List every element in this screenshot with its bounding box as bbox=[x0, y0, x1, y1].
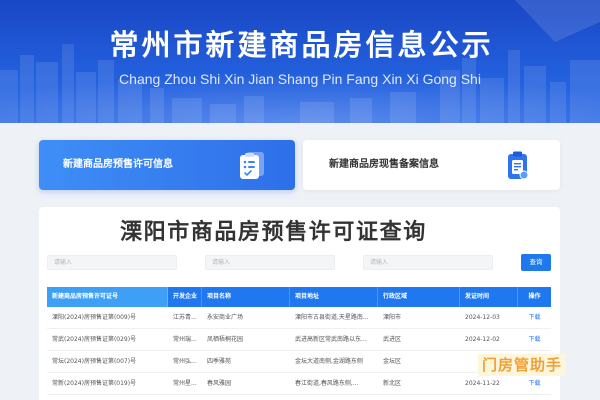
nav-card-label: 新建商品房现售备案信息 bbox=[329, 159, 439, 170]
panel-title: 溧阳市商品房预售许可证查询 bbox=[120, 220, 427, 245]
table-row: 溧阳(2024)房预售证第(009)号 江苏青... 永安商业广场 溧阳市古县街… bbox=[47, 307, 551, 329]
cell-project: 四季雅苑 bbox=[207, 358, 232, 365]
cell-issue-date: 2024-11-22 bbox=[465, 380, 500, 387]
cell-issue-date: 2024-12-02 bbox=[465, 336, 500, 343]
filter-input-2[interactable] bbox=[205, 255, 335, 270]
column-header-issue-date: 发证时间 bbox=[460, 287, 518, 307]
column-header-district: 行政区域 bbox=[378, 287, 460, 307]
document-clipboard-icon bbox=[508, 151, 529, 180]
header-banner: 常州市新建商品房信息公示 Chang Zhou Shi Xin Jian Sha… bbox=[0, 0, 600, 123]
cell-permit-no: 常武(2024)房预售证第(029)号 bbox=[52, 336, 137, 343]
cell-developer: 江苏青... bbox=[173, 314, 197, 321]
column-header-action: 操作 bbox=[528, 293, 541, 300]
cell-action: 下载 bbox=[518, 307, 551, 328]
nav-card-label: 新建商品房预售许可信息 bbox=[63, 159, 173, 170]
column-header-permit-no: 新建商品房预售许可证号 bbox=[47, 287, 168, 307]
cell-developer: 常州星... bbox=[173, 380, 197, 387]
cell-action: 下载 bbox=[518, 329, 551, 350]
filter-input-3[interactable] bbox=[363, 255, 493, 270]
nav-card-presale-permit[interactable]: 新建商品房预售许可信息 bbox=[39, 140, 295, 190]
download-link[interactable]: 下载 bbox=[528, 314, 540, 321]
clipboard-check-icon bbox=[240, 152, 264, 179]
table-row: 常坛(2024)房预售证第(007)号 常州弘... 四季雅苑 金坛大道南侧,金… bbox=[47, 351, 551, 373]
download-link[interactable]: 下载 bbox=[528, 380, 540, 387]
table-row: 常新(2024)房预售证第(019)号 常州星... 春风雅园 春江街道,春风路… bbox=[47, 373, 551, 395]
cell-action: 下载 bbox=[518, 373, 551, 394]
cell-issue-date: 2024-12-03 bbox=[465, 314, 500, 321]
cell-permit-no: 常坛(2024)房预售证第(007)号 bbox=[52, 358, 137, 365]
download-link[interactable]: 下载 bbox=[528, 336, 540, 343]
search-button[interactable]: 查询 bbox=[521, 254, 551, 271]
cell-district: 金坛区 bbox=[383, 358, 402, 365]
site-title: 常州市新建商品房信息公示 bbox=[109, 28, 494, 62]
column-header-address: 项目地址 bbox=[290, 287, 378, 307]
cell-project: 凤栖梧桐花园 bbox=[207, 336, 244, 343]
watermark-logo: 门房管助手 bbox=[478, 354, 566, 376]
cell-address: 春江街道,春风路东侧,... bbox=[295, 380, 359, 387]
cell-address: 金坛大道南侧,金湖路东侧 bbox=[295, 358, 363, 365]
cell-address: 溧阳市古县街道,天星路南... bbox=[295, 314, 369, 321]
cell-address: 武进高新区常武南路以东... bbox=[295, 336, 367, 343]
cell-developer: 常州瑞... bbox=[173, 336, 197, 343]
cell-district: 新北区 bbox=[383, 380, 402, 387]
cell-district: 武进区 bbox=[383, 336, 402, 343]
column-header-developer: 开发企业 bbox=[168, 287, 202, 307]
cell-district: 溧阳市 bbox=[383, 314, 402, 321]
cell-developer: 常州弘... bbox=[173, 358, 197, 365]
column-header-project: 项目名称 bbox=[202, 287, 290, 307]
cell-project: 春风雅园 bbox=[207, 380, 232, 387]
cell-project: 永安商业广场 bbox=[207, 314, 244, 321]
cell-permit-no: 溧阳(2024)房预售证第(009)号 bbox=[52, 314, 137, 321]
cell-permit-no: 常新(2024)房预售证第(019)号 bbox=[52, 380, 137, 387]
table-header-row: 新建商品房预售许可证号 开发企业 项目名称 项目地址 行政区域 发证时间 操作 bbox=[47, 287, 551, 307]
site-subtitle-pinyin: Chang Zhou Shi Xin Jian Shang Pin Fang X… bbox=[119, 71, 481, 87]
filter-input-1[interactable] bbox=[47, 255, 177, 270]
nav-card-sale-record[interactable]: 新建商品房现售备案信息 bbox=[303, 140, 560, 190]
table-row: 常武(2024)房预售证第(029)号 常州瑞... 凤栖梧桐花园 武进高新区常… bbox=[47, 329, 551, 351]
permit-table: 新建商品房预售许可证号 开发企业 项目名称 项目地址 行政区域 发证时间 操作 … bbox=[47, 287, 551, 395]
